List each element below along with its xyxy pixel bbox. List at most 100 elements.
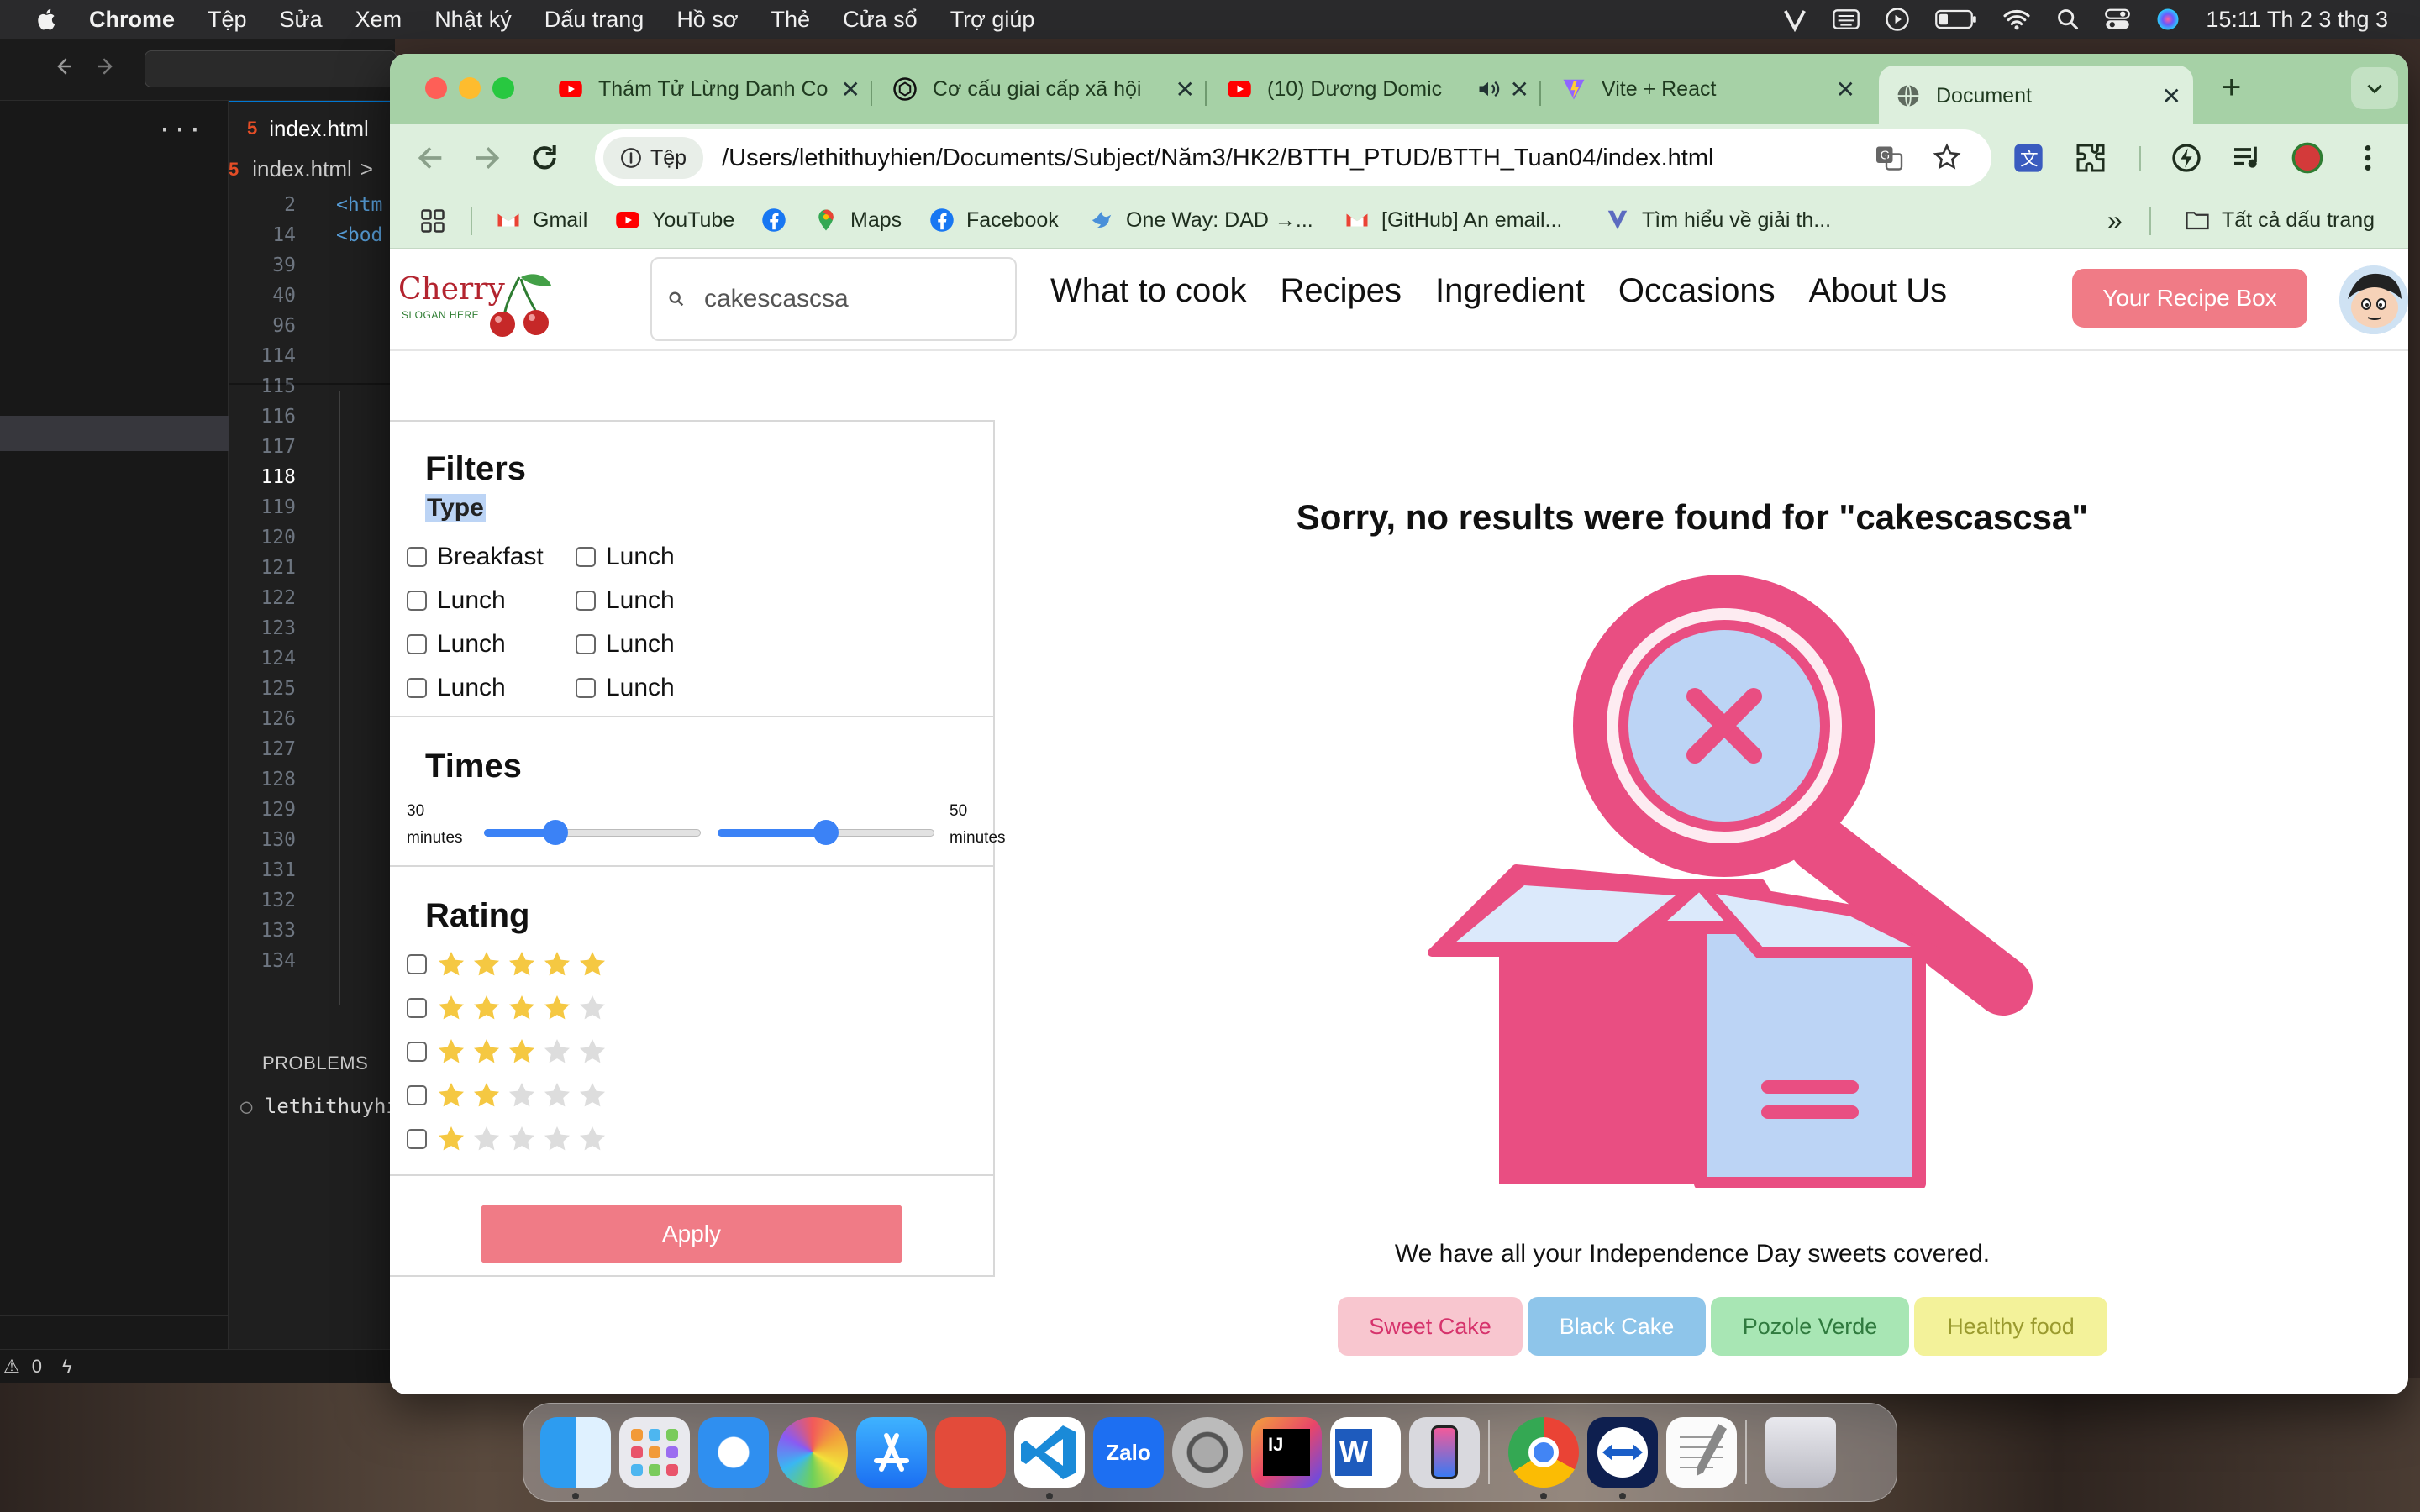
menu-bookmarks[interactable]: Dấu trang <box>544 7 644 33</box>
intellij-icon[interactable]: IJ <box>1251 1417 1322 1488</box>
bookmark-facebook-icon-only[interactable] <box>761 203 798 237</box>
checkbox[interactable] <box>407 547 427 567</box>
rating-option-1-stars[interactable] <box>407 1124 612 1154</box>
play-circle-icon[interactable] <box>1885 7 1910 32</box>
tag-sweet-cake[interactable]: Sweet Cake <box>1338 1297 1523 1356</box>
type-checkbox-lunch[interactable]: Lunch <box>576 586 675 615</box>
close-tab-icon[interactable]: ✕ <box>1176 76 1195 103</box>
close-tab-icon[interactable]: ✕ <box>1510 76 1529 103</box>
menu-bar-clock[interactable]: 15:11 Th 2 3 thg 3 <box>2206 7 2388 33</box>
tab-1[interactable]: Thám Tử Lừng Danh Co ✕ <box>558 66 860 113</box>
siri-icon[interactable] <box>2155 7 2181 32</box>
apps-grid-icon[interactable] <box>420 208 445 234</box>
zoom-window-button[interactable] <box>492 77 514 99</box>
forward-arrow-icon[interactable] <box>94 54 119 79</box>
type-checkbox-lunch[interactable]: Lunch <box>407 674 506 702</box>
rating-option-5-stars[interactable] <box>407 949 612 979</box>
code-line[interactable]: 124 <box>229 643 397 674</box>
your-recipe-box-button[interactable]: Your Recipe Box <box>2072 269 2307 328</box>
code-line[interactable]: 123 <box>229 613 397 643</box>
photo-booth-icon[interactable] <box>935 1417 1006 1488</box>
tab-search-button[interactable] <box>2351 67 2398 109</box>
recipe-search-input[interactable]: cakescascsa <box>650 257 1017 341</box>
launchpad-icon[interactable] <box>619 1417 690 1488</box>
apply-button[interactable]: Apply <box>481 1205 902 1263</box>
profile-avatar-icon[interactable] <box>2291 141 2324 175</box>
panel-tab-problems[interactable]: PROBLEMS <box>262 1053 368 1074</box>
vscode-command-center[interactable] <box>145 50 397 87</box>
checkbox[interactable] <box>407 1129 427 1149</box>
code-line[interactable]: 134 <box>229 946 397 976</box>
code-line[interactable]: 122 <box>229 583 397 613</box>
close-tab-icon[interactable]: ✕ <box>1836 76 1855 103</box>
bookmark-one-way[interactable]: One Way: DAD →... <box>1089 203 1313 237</box>
code-line[interactable]: 129 <box>229 795 397 825</box>
code-line[interactable]: 121 <box>229 553 397 583</box>
close-tab-icon[interactable]: ✕ <box>841 76 860 103</box>
teamviewer-icon[interactable] <box>1587 1417 1658 1488</box>
rating-option-4-stars[interactable] <box>407 993 612 1023</box>
bookmark-tim-hieu[interactable]: Tìm hiểu về giải th... <box>1605 203 1831 237</box>
checkbox[interactable] <box>576 634 596 654</box>
photos-icon[interactable] <box>777 1417 848 1488</box>
editor-code-area[interactable]: 2 <htm 14 <bod 39 40 96 114 115 116 117 118 119 120 12… <box>229 190 397 976</box>
wifi-icon[interactable] <box>2002 8 2031 31</box>
menu-profiles[interactable]: Hồ sơ <box>676 7 738 33</box>
performance-icon[interactable] <box>2170 141 2203 175</box>
close-tab-icon[interactable]: ✕ <box>2162 82 2181 110</box>
nav-what-to-cook[interactable]: What to cook <box>1050 272 1246 310</box>
checkbox[interactable] <box>576 591 596 611</box>
word-icon[interactable]: W <box>1330 1417 1401 1488</box>
site-info-chip[interactable]: Tệp <box>603 137 704 179</box>
checkbox[interactable] <box>407 678 427 698</box>
code-line[interactable]: 125 <box>229 674 397 704</box>
speaker-icon[interactable] <box>1476 77 1500 101</box>
checkbox[interactable] <box>407 591 427 611</box>
battery-icon[interactable] <box>1935 8 1977 30</box>
tab-2[interactable]: Cơ cấu giai cấp xã hội ✕ <box>892 66 1195 113</box>
url-text[interactable]: /Users/lethithuyhien/Documents/Subject/N… <box>722 144 1713 172</box>
code-line[interactable]: 120 <box>229 522 397 553</box>
slider-thumb[interactable] <box>813 820 839 845</box>
code-line[interactable]: 14 <bod <box>229 220 397 250</box>
type-checkbox-lunch[interactable]: Lunch <box>407 630 506 659</box>
translate-icon[interactable]: G <box>1874 143 1904 173</box>
new-tab-plus-icon[interactable]: + <box>2222 69 2241 107</box>
code-line[interactable]: 114 <box>229 341 397 371</box>
textedit-icon[interactable] <box>1666 1417 1737 1488</box>
code-line[interactable]: 133 <box>229 916 397 946</box>
nav-occasions[interactable]: Occasions <box>1618 272 1776 310</box>
tag-healthy-food[interactable]: Healthy food <box>1914 1297 2107 1356</box>
code-line[interactable]: 131 <box>229 855 397 885</box>
nav-about-us[interactable]: About Us <box>1809 272 1948 310</box>
editor-tab-index-html[interactable]: 5 index.html <box>229 101 397 155</box>
checkbox[interactable] <box>407 998 427 1018</box>
tab-document-active[interactable]: Document ✕ <box>1879 66 2193 126</box>
lightning-icon[interactable]: ϟ <box>62 1356 72 1378</box>
extensions-puzzle-icon[interactable] <box>2074 141 2107 175</box>
iphone-mirroring-icon[interactable] <box>1409 1417 1480 1488</box>
rating-option-2-stars[interactable] <box>407 1080 612 1110</box>
app-store-icon[interactable] <box>856 1417 927 1488</box>
back-arrow-icon[interactable] <box>413 141 447 175</box>
site-logo[interactable]: Cherry SLOGAN HERE <box>397 270 556 338</box>
menu-history[interactable]: Nhật ký <box>434 7 512 33</box>
code-line[interactable]: 130 <box>229 825 397 855</box>
type-checkbox-lunch[interactable]: Lunch <box>576 630 675 659</box>
type-checkbox-lunch[interactable]: Lunch <box>576 543 675 571</box>
vivaldi-icon[interactable] <box>1782 7 1807 32</box>
checkbox[interactable] <box>576 678 596 698</box>
menu-window[interactable]: Cửa sổ <box>843 7 918 33</box>
menu-help[interactable]: Trợ giúp <box>950 7 1035 33</box>
code-line[interactable]: 132 <box>229 885 397 916</box>
control-center-icon[interactable] <box>2105 8 2131 31</box>
menu-file[interactable]: Tệp <box>208 7 247 33</box>
menu-app-name[interactable]: Chrome <box>89 7 175 33</box>
nav-ingredient[interactable]: Ingredient <box>1435 272 1585 310</box>
close-window-button[interactable] <box>425 77 447 99</box>
apple-logo-icon[interactable] <box>34 6 60 33</box>
zalo-icon[interactable]: Zalo <box>1093 1417 1164 1488</box>
breadcrumb-file[interactable]: index.html <box>252 156 352 182</box>
bookmark-facebook[interactable]: Facebook <box>929 203 1059 237</box>
menu-view[interactable]: Xem <box>355 7 402 33</box>
